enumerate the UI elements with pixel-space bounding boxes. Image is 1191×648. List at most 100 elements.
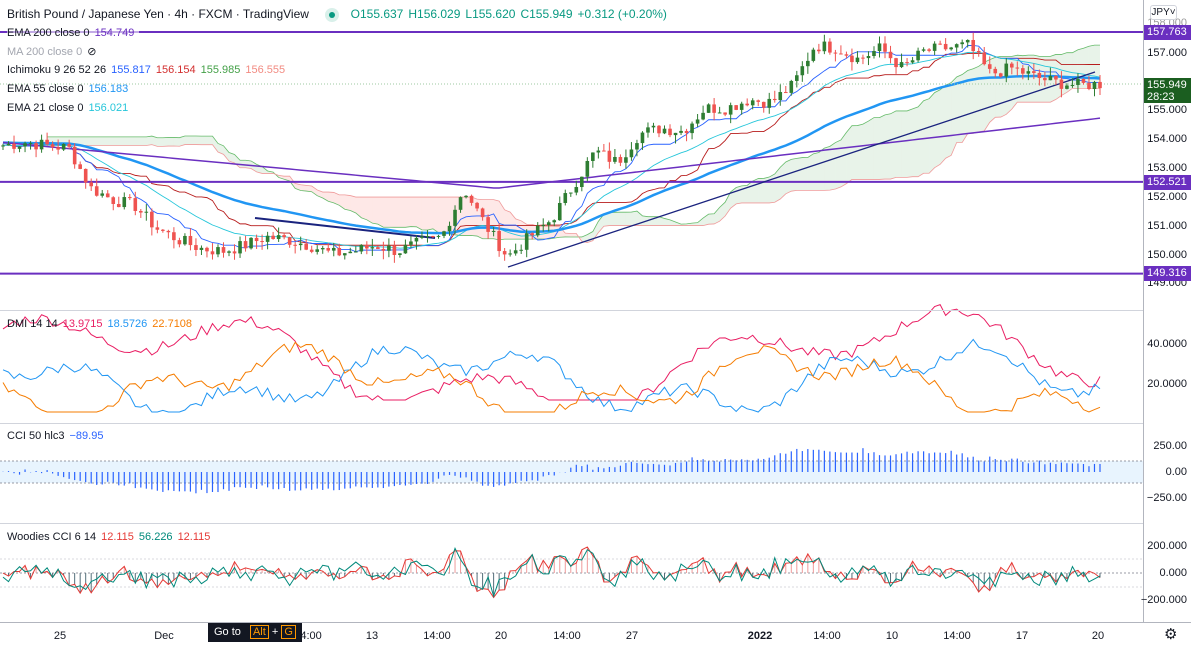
candle-body (668, 128, 672, 136)
candle-body (916, 50, 920, 61)
currency-select[interactable]: JPY˅ (1150, 5, 1177, 20)
candle-body (89, 182, 94, 187)
ichimoku-cloud (609, 212, 615, 226)
candle-body (61, 143, 66, 150)
ichimoku-cloud (730, 187, 737, 209)
candle-body (789, 80, 794, 93)
ichimoku-cloud (620, 212, 626, 226)
candle-body (392, 245, 397, 255)
candle-body (828, 41, 832, 53)
tooltip-text: Go to (214, 626, 241, 638)
legend-woodies[interactable]: Woodies CCI 6 14 12.115 56.226 12.115 (7, 531, 215, 543)
ichimoku-cloud (344, 194, 351, 211)
candle-body (155, 227, 160, 230)
ichimoku-cloud (394, 197, 400, 228)
time-axis[interactable]: 25 Dec 14:00 13 14:00 20 14:00 27 2022 1… (0, 622, 1191, 648)
candle-body (94, 186, 99, 196)
legend-ichimoku[interactable]: Ichimoku 9 26 52 26 155.817 156.154 155.985… (7, 64, 290, 76)
ichimoku-cloud (796, 157, 803, 191)
candle-body (850, 55, 854, 63)
candle-body (502, 251, 507, 255)
ichimoku-cloud (405, 197, 411, 228)
price-tick: 157.000 (1147, 47, 1187, 59)
settings-gear-icon[interactable]: ⚙ (1164, 625, 1177, 643)
chart-header: British Pound / Japanese Yen · 4h · FXCM… (7, 7, 672, 22)
candle-body (453, 209, 457, 226)
di-plus-line (2, 338, 1101, 413)
candle-body (932, 43, 937, 51)
woodies-turbo-line (2, 546, 1101, 598)
candle-body (1037, 72, 1042, 79)
candle-body (574, 187, 579, 193)
legend-dmi[interactable]: DMI 14 14 13.9715 18.5726 22.7108 (7, 318, 197, 330)
ichimoku-cloud (824, 146, 830, 191)
candle-body (447, 225, 452, 232)
legend-ema55[interactable]: EMA 55 close 0 156.183 (7, 83, 133, 95)
candle-body (965, 39, 970, 43)
legend-label: DMI 14 14 (7, 318, 58, 330)
pane-separator[interactable] (0, 523, 1143, 524)
candle-body (342, 253, 347, 256)
candle-body (535, 225, 540, 236)
woodies-tick: 0.000 (1159, 567, 1187, 579)
candle-body (50, 144, 55, 148)
candle-body (172, 232, 176, 241)
candle-body (188, 235, 193, 246)
pane-separator[interactable] (0, 423, 1143, 424)
candle-body (921, 49, 926, 51)
candle-body (1092, 81, 1097, 90)
time-tick: Dec (154, 630, 174, 642)
candle-body (403, 244, 408, 254)
legend-ema21[interactable]: EMA 21 close 0 156.021 (7, 102, 133, 114)
dmi-tick: 20.0000 (1147, 378, 1187, 390)
legend-label: Woodies CCI 6 14 (7, 531, 97, 543)
ichimoku-cloud (184, 135, 191, 145)
legend-ma200[interactable]: MA 200 close 0 ⊘ (7, 45, 101, 58)
symbol-title[interactable]: British Pound / Japanese Yen · 4h · FXCM… (7, 7, 309, 21)
candle-body (1098, 81, 1102, 89)
candle-body (646, 127, 650, 133)
candle-body (469, 195, 474, 203)
ichimoku-cloud (940, 85, 946, 165)
ichimoku-cloud (366, 197, 373, 224)
candle-body (508, 253, 512, 255)
candle-body (309, 249, 314, 252)
legend-ema200[interactable]: EMA 200 close 0 154.749 (7, 27, 140, 39)
ichimoku-cloud (190, 135, 196, 145)
candle-body (111, 197, 116, 204)
candle-body (524, 233, 529, 250)
candle-body (34, 143, 38, 150)
candle-body (800, 66, 805, 76)
candle-body (100, 193, 105, 196)
candle-body (635, 143, 639, 150)
pane-separator[interactable] (0, 310, 1143, 311)
candle-body (6, 143, 11, 146)
ichimoku-cloud (410, 197, 417, 227)
ichimoku-cloud (173, 137, 180, 147)
candle-body (596, 150, 601, 153)
legend-cci[interactable]: CCI 50 hlc3 −89.95 (7, 430, 108, 442)
time-tick: 14:00 (423, 630, 451, 642)
candle-body (734, 105, 738, 110)
ichimoku-cloud (896, 110, 902, 178)
candle-body (795, 75, 799, 81)
candle-body (210, 251, 215, 255)
candle-body (1059, 79, 1064, 89)
hidden-eye-icon[interactable]: ⊘ (87, 46, 96, 58)
ichimoku-cloud (736, 185, 742, 204)
time-tick: 14:00 (813, 630, 841, 642)
candle-body (894, 58, 898, 68)
ichimoku-cloud (934, 89, 941, 168)
candle-body (750, 100, 755, 106)
candle-body (298, 243, 303, 246)
candle-body (717, 112, 722, 114)
candle-body (265, 235, 270, 242)
candle-body (960, 42, 964, 45)
ichimoku-cloud (124, 136, 130, 146)
price-tick: 151.000 (1147, 220, 1187, 232)
candle-body (376, 247, 380, 249)
ichimoku-cloud (785, 159, 792, 194)
candle-body (348, 251, 353, 254)
time-tick: 14:00 (553, 630, 581, 642)
price-chart[interactable] (0, 0, 1143, 622)
